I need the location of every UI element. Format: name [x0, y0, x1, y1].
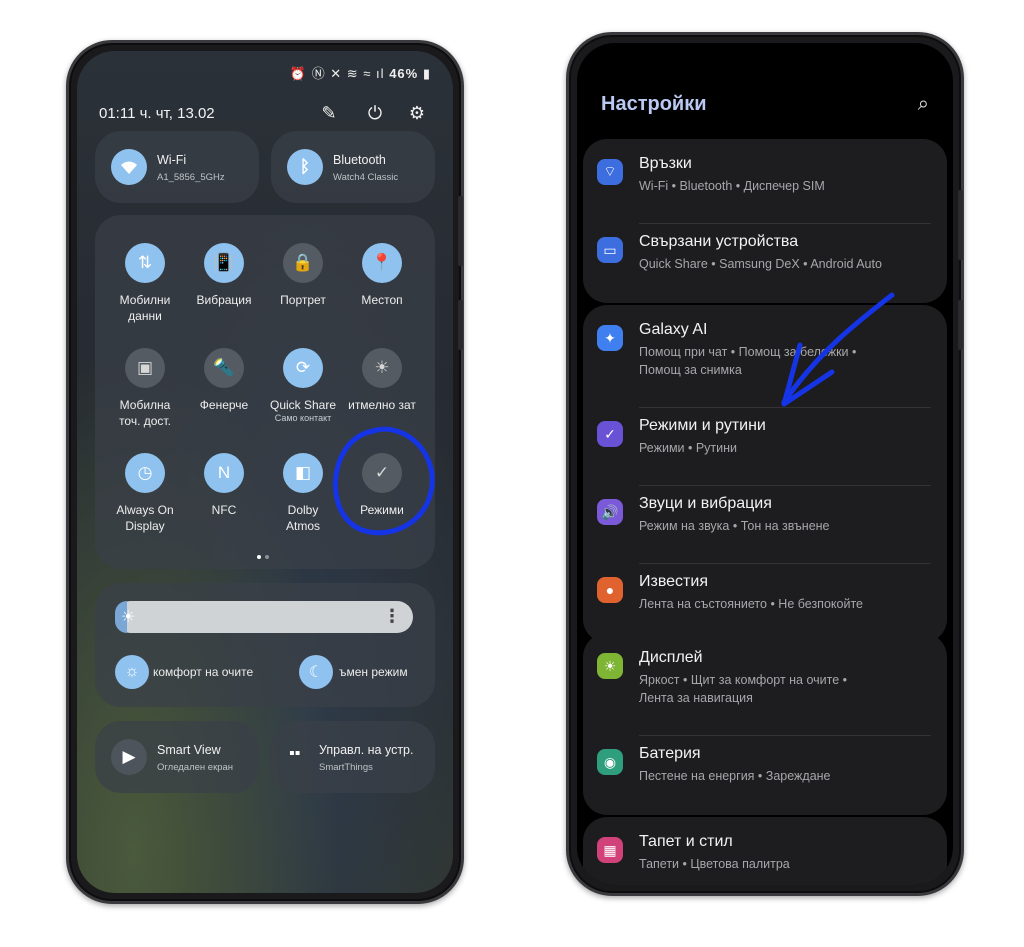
annotation-layer	[332, 292, 895, 536]
highlight-circle-annotation	[332, 426, 435, 536]
